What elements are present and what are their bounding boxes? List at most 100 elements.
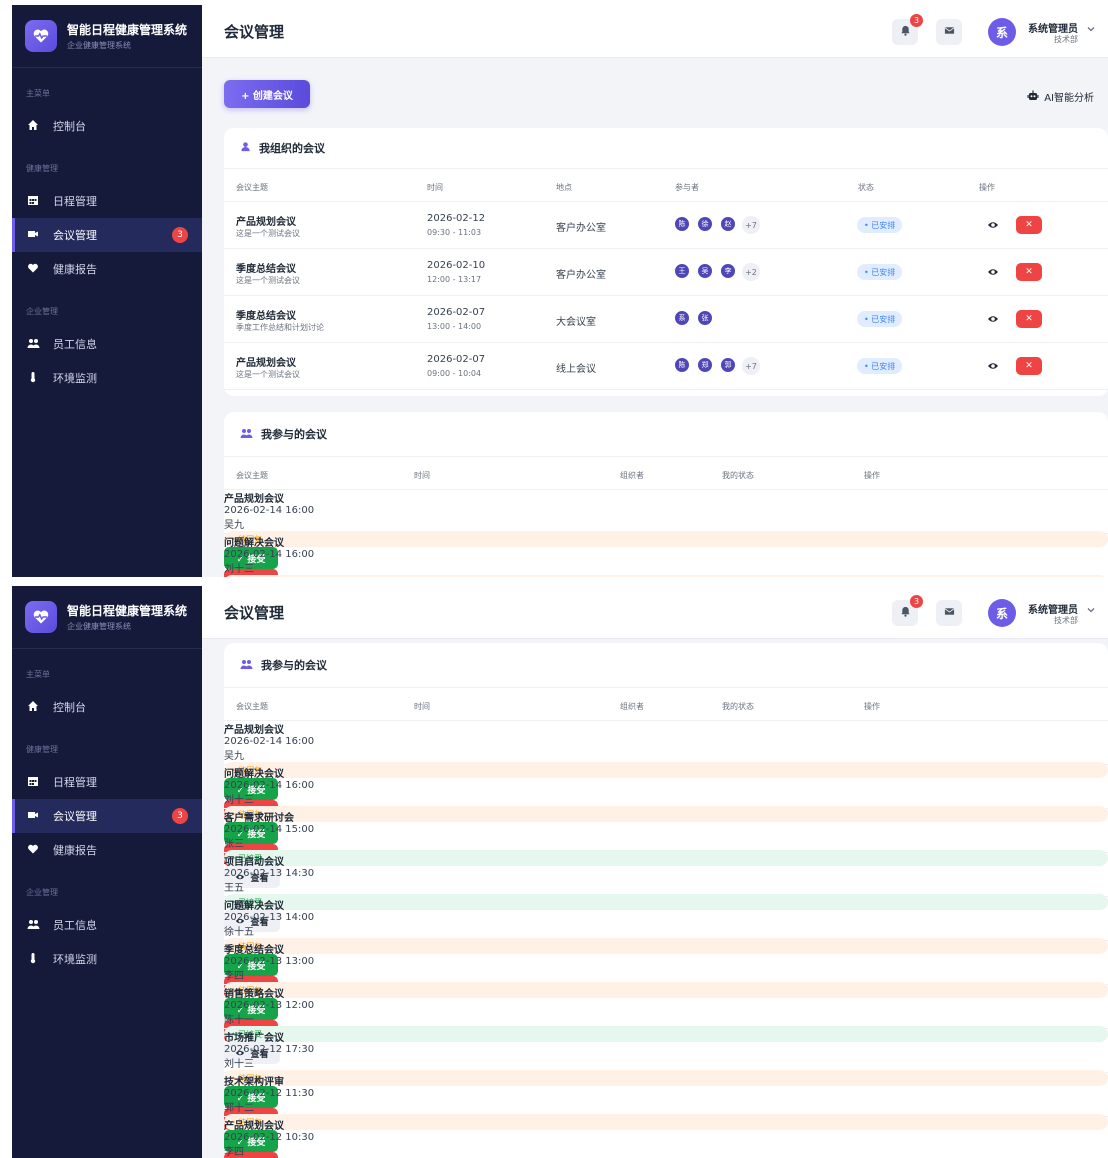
notification-count: 3 xyxy=(910,14,923,27)
sidebar-item-home[interactable]: 控制台 xyxy=(12,109,202,143)
participant-more: +7 xyxy=(742,357,760,375)
meeting-subject[interactable]: 产品规划会议 xyxy=(236,213,296,228)
table-row: 销售策略会议 2026-02-13 12:00 陈十一 • 已接受 查看 xyxy=(224,985,1108,1064)
sidebar-item-thermometer[interactable]: 环境监测 xyxy=(12,942,202,976)
meeting-subject[interactable]: 项目启动会议 xyxy=(224,853,1108,868)
table-row: 问题解决会议2026-02-13 14:00徐十五• 待回复✓ 接受✕ 拒绝 xyxy=(224,897,1108,998)
meeting-subject[interactable]: 问题解决会议 xyxy=(224,534,1108,549)
bell-icon xyxy=(900,25,911,39)
table-row: 产品规划会议 这是一个测试会议 2026-02-07 09:00 - 10:04 线上会… xyxy=(224,343,1108,390)
meeting-subject[interactable]: 问题解决会议 xyxy=(224,765,1108,780)
user-name[interactable]: 系统管理员 xyxy=(1022,20,1078,35)
sidebar-item-video[interactable]: 会议管理 3 xyxy=(12,799,202,833)
status-badge: • 已安排 xyxy=(857,217,903,233)
meeting-desc: 这是一个测试会议 xyxy=(236,370,300,379)
meeting-subject[interactable]: 产品规划会议 xyxy=(224,721,1108,736)
envelope-icon xyxy=(944,25,955,39)
table-row: 市场推广会议2026-02-12 17:30刘十三• 待回复✓ 接受✕ 拒绝 xyxy=(224,1029,1108,1130)
column-header: 时间 xyxy=(427,183,443,192)
participated-card-header: 我参与的会议 xyxy=(224,412,1108,456)
eye-icon[interactable] xyxy=(984,310,1002,328)
meeting-subject[interactable]: 季度总结会议 xyxy=(236,260,296,275)
sidebar-item-video[interactable]: 会议管理 3 xyxy=(12,218,202,252)
meeting-time: 13:00 - 14:00 xyxy=(427,322,482,331)
participant-avatar: 系 xyxy=(673,309,691,327)
table-row: 产品规划会议 这是一个测试会议 2026-02-12 09:30 - 11:03 客户办… xyxy=(224,202,1108,249)
sidebar-item-users[interactable]: 员工信息 xyxy=(12,327,202,361)
meeting-subject[interactable]: 市场推广会议 xyxy=(224,1029,1108,1044)
sidebar-item-heart[interactable]: 健康报告 xyxy=(12,252,202,286)
meeting-organizer: 张三 xyxy=(224,839,244,850)
meeting-organizer: 刘十三 xyxy=(224,1059,254,1070)
meeting-subject[interactable]: 季度总结会议 xyxy=(236,307,296,322)
meeting-location: 客户办公室 xyxy=(556,270,606,281)
delete-button[interactable]: ✕ xyxy=(1016,216,1042,234)
table-row: 产品规划会议2026-02-14 16:00吴九• 待回复✓ 接受✕ 拒绝 xyxy=(224,490,1108,577)
status-badge: • 已安排 xyxy=(857,311,903,327)
meeting-time: 2026-02-12 17:30 xyxy=(224,1044,315,1055)
meeting-time: 2026-02-13 12:00 xyxy=(224,1000,315,1011)
sidebar-item-home[interactable]: 控制台 xyxy=(12,690,202,724)
delete-button[interactable]: ✕ xyxy=(1016,357,1042,375)
users-icon xyxy=(26,918,40,933)
meeting-subject[interactable]: 销售策略会议 xyxy=(224,985,1108,1000)
meeting-subject[interactable]: 问题解决会议 xyxy=(224,897,1108,912)
meeting-subject[interactable]: 客户需求研讨会 xyxy=(224,809,1108,824)
message-button[interactable] xyxy=(936,600,962,626)
meeting-subject[interactable]: 产品规划会议 xyxy=(236,354,296,369)
delete-button[interactable]: ✕ xyxy=(1016,263,1042,281)
sidebar-item-label: 员工信息 xyxy=(53,338,97,351)
user-name[interactable]: 系统管理员 xyxy=(1022,601,1078,616)
meeting-organizer: 王五 xyxy=(224,883,244,894)
video-icon xyxy=(26,228,40,243)
users-icon xyxy=(240,427,253,442)
close-icon: ✕ xyxy=(1025,314,1033,324)
eye-icon[interactable] xyxy=(984,216,1002,234)
organized-meetings-card: 我组织的会议 会议主题 时间 地点 参与者 状态 操作 产品规划会议 这是一个测试会议 2026-… xyxy=(224,128,1108,396)
participant-avatar: 王 xyxy=(673,262,691,280)
column-header: 地点 xyxy=(556,183,572,192)
sidebar-item-label: 控制台 xyxy=(53,120,86,133)
sidebar-section-label: 企业管理 xyxy=(26,888,58,897)
sidebar-item-thermometer[interactable]: 环境监测 xyxy=(12,361,202,395)
sidebar-section-label: 健康管理 xyxy=(26,745,58,754)
ai-analysis-button[interactable]: AI智能分析 xyxy=(1027,89,1094,104)
screenshot-bottom: 智能日程健康管理系统 企业健康管理系统 主菜单 控制台 健康管理 日程管理 会议管理 3 健康报… xyxy=(12,586,1108,1158)
sidebar-item-heart[interactable]: 健康报告 xyxy=(12,833,202,867)
top-bar: 会议管理 3 系系统管理员 技术部 xyxy=(202,586,1108,639)
meeting-subject[interactable]: 产品规划会议 xyxy=(224,490,1108,505)
sidebar-item-calendar[interactable]: 日程管理 xyxy=(12,184,202,218)
participant-more: +2 xyxy=(742,263,760,281)
eye-icon[interactable] xyxy=(984,357,1002,375)
participated-meetings-card: 我参与的会议 会议主题 时间 组织者 我的状态 操作 产品规划会议 2026-02-14 16… xyxy=(224,643,1108,1158)
participant-avatar: 赵 xyxy=(719,215,737,233)
notification-button[interactable]: 3 xyxy=(892,595,923,626)
avatar[interactable]: 系 xyxy=(988,599,1016,627)
column-header: 组织者 xyxy=(620,471,644,480)
eye-icon[interactable] xyxy=(984,263,1002,281)
sidebar-item-calendar[interactable]: 日程管理 xyxy=(12,765,202,799)
meeting-organizer: 徐十五 xyxy=(224,927,254,938)
create-meeting-button[interactable]: + 创建会议 xyxy=(224,80,310,108)
meeting-subject[interactable]: 产品规划会议 xyxy=(224,1117,1108,1132)
meeting-subject[interactable]: 技术架构评审 xyxy=(224,1073,1108,1088)
sidebar-item-users[interactable]: 员工信息 xyxy=(12,908,202,942)
envelope-icon xyxy=(944,606,955,620)
table-row: 产品规划会议2026-02-14 16:00吴九• 待回复✓ 接受✕ 拒绝 xyxy=(224,721,1108,822)
meeting-subject[interactable]: 季度总结会议 xyxy=(224,941,1108,956)
avatar[interactable]: 系 xyxy=(988,18,1016,46)
organized-card-header: 我组织的会议 xyxy=(224,128,1108,168)
ai-analysis-label: AI智能分析 xyxy=(1044,93,1094,104)
sidebar-item-label: 日程管理 xyxy=(53,776,97,789)
screenshot-top: 智能日程健康管理系统 企业健康管理系统 主菜单 控制台 健康管理 日程管理 会议管理 3 健康报… xyxy=(12,5,1108,577)
message-button[interactable] xyxy=(936,19,962,45)
notification-button[interactable]: 3 xyxy=(892,14,923,45)
meeting-organizer: 陈十一 xyxy=(224,1015,254,1026)
chevron-down-icon[interactable] xyxy=(1086,24,1096,37)
delete-button[interactable]: ✕ xyxy=(1016,310,1042,328)
meeting-organizer: 吴九 xyxy=(224,751,244,762)
close-icon: ✕ xyxy=(1025,220,1033,230)
chevron-down-icon[interactable] xyxy=(1086,605,1096,618)
column-header: 操作 xyxy=(864,702,880,711)
user-dept: 技术部 xyxy=(1054,616,1078,625)
